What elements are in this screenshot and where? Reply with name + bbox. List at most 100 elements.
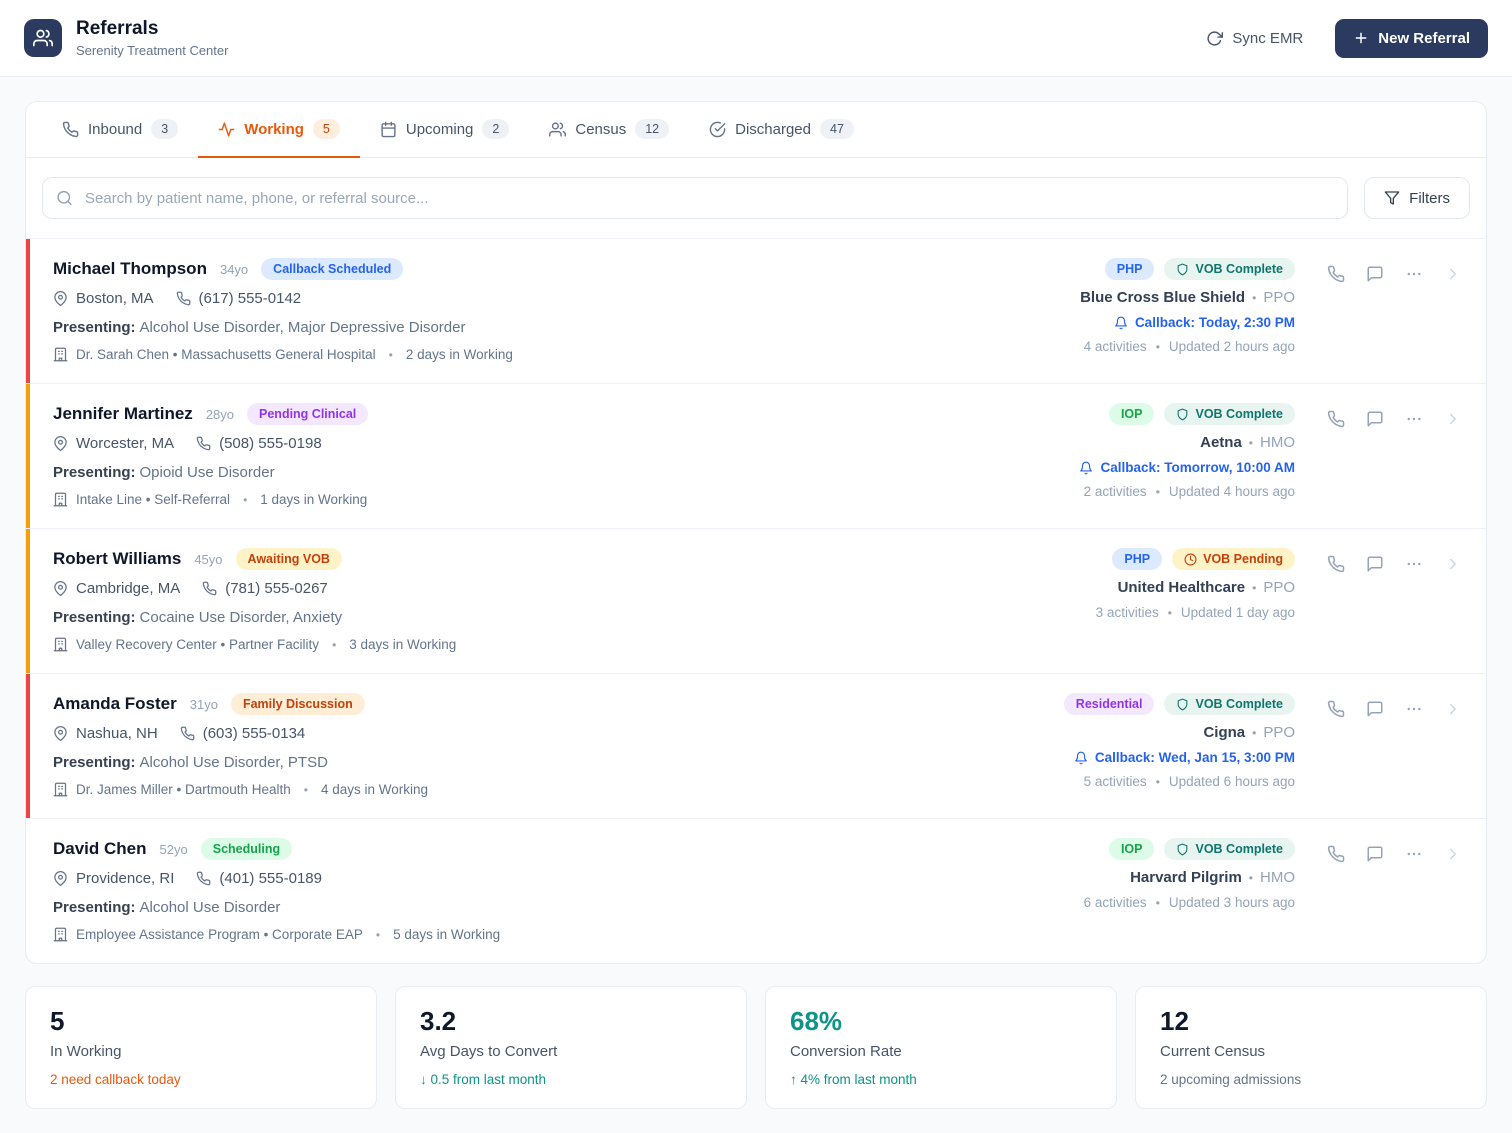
open-referral-button[interactable] — [1442, 698, 1464, 720]
phone-icon — [196, 436, 211, 451]
stat-value: 5 — [50, 1006, 65, 1036]
referral-card[interactable]: David Chen 52yo Scheduling Providence, R… — [26, 818, 1486, 963]
insurance-row: United Healthcare • PPO — [1117, 579, 1295, 596]
patient-name: Robert Williams — [53, 549, 182, 568]
more-options-button[interactable] — [1403, 408, 1425, 430]
message-button[interactable] — [1364, 408, 1386, 430]
activity-row: 2 activities • Updated 4 hours ago — [1083, 484, 1295, 499]
call-button[interactable] — [1325, 698, 1347, 720]
phone-icon — [196, 871, 211, 886]
page-subtitle: Serenity Treatment Center — [76, 43, 229, 59]
tab-bar: Inbound 3 Working 5 Upcoming 2 Census 12 — [26, 102, 1486, 158]
new-referral-button[interactable]: New Referral — [1335, 18, 1488, 58]
message-button[interactable] — [1364, 263, 1386, 285]
tab-census[interactable]: Census 12 — [529, 102, 689, 158]
referral-card[interactable]: Robert Williams 45yo Awaiting VOB Cambri… — [26, 528, 1486, 673]
referral-card[interactable]: Amanda Foster 31yo Family Discussion Nas… — [26, 673, 1486, 818]
map-pin-icon — [53, 726, 68, 741]
call-button[interactable] — [1325, 843, 1347, 865]
phone-icon — [1327, 845, 1345, 863]
check-circle-icon — [709, 121, 726, 138]
referral-source: Dr. Sarah Chen • Massachusetts General H… — [76, 347, 376, 362]
sync-emr-button[interactable]: Sync EMR — [1200, 29, 1309, 48]
presenting-row: Presenting: Alcohol Use Disorder, Major D… — [53, 319, 513, 336]
message-button[interactable] — [1364, 843, 1386, 865]
patient-name: Jennifer Martinez — [53, 404, 193, 423]
users-icon — [549, 121, 567, 138]
patient-location: Worcester, MA — [53, 435, 174, 452]
days-in-stage: 5 days in Working — [393, 927, 501, 942]
stat-card: 12 Current Census 2 upcoming admissions — [1135, 986, 1487, 1109]
days-in-stage: 2 days in Working — [405, 347, 513, 362]
phone-icon — [202, 581, 217, 596]
patient-phone: (617) 555-0142 — [176, 290, 301, 307]
message-button[interactable] — [1364, 698, 1386, 720]
more-options-button[interactable] — [1403, 843, 1425, 865]
map-pin-icon — [53, 291, 68, 306]
patient-phone: (603) 555-0134 — [180, 725, 305, 742]
days-in-stage: 4 days in Working — [321, 782, 429, 797]
call-button[interactable] — [1325, 408, 1347, 430]
open-referral-button[interactable] — [1442, 553, 1464, 575]
shield-icon — [1176, 843, 1189, 856]
shield-icon — [1176, 408, 1189, 421]
phone-icon — [62, 121, 79, 138]
patient-age: 28yo — [205, 406, 235, 422]
building-icon — [53, 492, 76, 507]
more-options-button[interactable] — [1403, 263, 1425, 285]
chevron-right-icon — [1444, 265, 1462, 283]
call-button[interactable] — [1325, 263, 1347, 285]
referral-card[interactable]: Jennifer Martinez 28yo Pending Clinical … — [26, 383, 1486, 528]
ellipsis-icon — [1405, 410, 1423, 428]
tab-count-badge: 3 — [151, 119, 179, 139]
open-referral-button[interactable] — [1442, 843, 1464, 865]
open-referral-button[interactable] — [1442, 408, 1464, 430]
more-options-button[interactable] — [1403, 698, 1425, 720]
status-badge: Family Discussion — [230, 693, 365, 715]
message-button[interactable] — [1364, 553, 1386, 575]
stat-card: 5 In Working 2 need callback today — [25, 986, 377, 1109]
patient-age: 31yo — [189, 696, 218, 712]
patient-age: 45yo — [194, 551, 223, 567]
map-pin-icon — [53, 581, 68, 596]
stat-label: Avg Days to Convert — [420, 1043, 558, 1060]
phone-icon — [1327, 700, 1345, 718]
filter-icon — [1384, 190, 1400, 206]
tab-count-badge: 2 — [482, 119, 510, 139]
tab-upcoming[interactable]: Upcoming 2 — [360, 102, 529, 158]
insurance-name: Cigna — [1203, 724, 1246, 741]
patient-phone: (781) 555-0267 — [202, 580, 328, 597]
more-options-button[interactable] — [1403, 553, 1425, 575]
updated-time: Updated 4 hours ago — [1168, 484, 1295, 499]
tab-working[interactable]: Working 5 — [198, 102, 360, 158]
call-button[interactable] — [1325, 553, 1347, 575]
filters-button[interactable]: Filters — [1364, 177, 1470, 219]
level-of-care-badge: Residential — [1063, 693, 1155, 715]
presenting-row: Presenting: Cocaine Use Disorder, Anxiety — [53, 609, 456, 626]
search-input[interactable] — [42, 177, 1349, 219]
search-row: Filters — [26, 158, 1486, 238]
referral-source: Valley Recovery Center • Partner Facilit… — [76, 637, 320, 652]
callback-row: Callback: Tomorrow, 10:00 AM — [1079, 460, 1295, 475]
patient-age: 52yo — [159, 841, 188, 857]
stat-value: 3.2 — [420, 1006, 457, 1036]
referral-card[interactable]: Michael Thompson 34yo Callback Scheduled… — [26, 238, 1486, 383]
tab-discharged[interactable]: Discharged 47 — [689, 102, 874, 158]
open-referral-button[interactable] — [1442, 263, 1464, 285]
tab-count-badge: 5 — [312, 119, 340, 139]
presenting-row: Presenting: Alcohol Use Disorder, PTSD — [53, 754, 428, 771]
level-of-care-badge: PHP — [1112, 548, 1163, 570]
phone-icon — [176, 291, 191, 306]
tab-inbound[interactable]: Inbound 3 — [42, 102, 198, 158]
stat-note: 2 upcoming admissions — [1160, 1072, 1302, 1087]
shield-icon — [1176, 263, 1189, 276]
referral-source-row: Employee Assistance Program • Corporate … — [53, 927, 500, 942]
insurance-plan: PPO — [1263, 724, 1295, 741]
chat-bubble-icon — [1366, 845, 1384, 863]
insurance-plan: PPO — [1263, 579, 1295, 596]
presenting-row: Presenting: Alcohol Use Disorder — [53, 899, 500, 916]
patient-phone: (401) 555-0189 — [196, 870, 322, 887]
presenting-label: Presenting: — [53, 319, 136, 336]
stat-label: Conversion Rate — [790, 1043, 902, 1060]
insurance-plan: PPO — [1263, 289, 1295, 306]
